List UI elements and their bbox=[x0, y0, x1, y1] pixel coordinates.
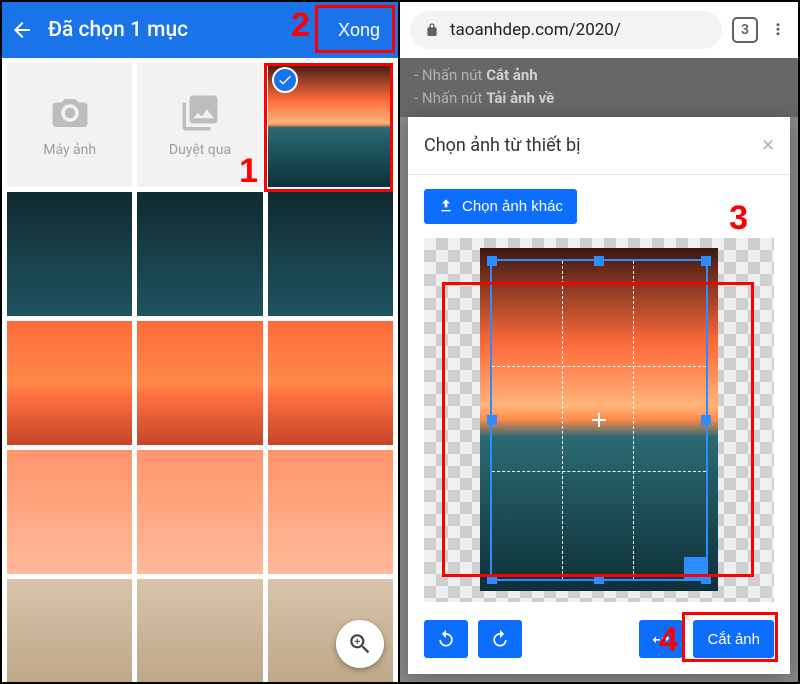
photo-tile[interactable] bbox=[7, 192, 132, 316]
crop-handle[interactable] bbox=[594, 574, 604, 584]
browser-toolbar: taoanhdep.com/2020/ 3 bbox=[400, 2, 798, 58]
crop-button-label: Cắt ảnh bbox=[707, 631, 760, 648]
swap-horizontal-icon bbox=[651, 629, 671, 649]
undo-button[interactable] bbox=[424, 620, 468, 658]
magnify-plus-icon bbox=[347, 631, 373, 657]
crop-frame[interactable] bbox=[490, 259, 709, 581]
crop-image bbox=[480, 248, 718, 591]
photo-tile[interactable] bbox=[268, 450, 393, 574]
zoom-fab[interactable] bbox=[336, 620, 384, 668]
bg-line2-pre: - Nhấn nút bbox=[414, 89, 486, 107]
photo-tile[interactable] bbox=[137, 579, 262, 682]
photo-tile[interactable] bbox=[137, 321, 262, 445]
crop-button[interactable]: Cắt ảnh bbox=[693, 620, 774, 658]
crop-handle[interactable] bbox=[594, 256, 604, 266]
undo-icon bbox=[436, 629, 456, 649]
photo-tile[interactable] bbox=[7, 579, 132, 682]
crop-center-icon bbox=[592, 413, 606, 427]
tab-count[interactable]: 3 bbox=[732, 17, 758, 43]
photo-tile[interactable] bbox=[137, 192, 262, 316]
photo-tile[interactable] bbox=[268, 192, 393, 316]
browse-source-tile[interactable]: Duyệt qua bbox=[137, 63, 262, 187]
picker-appbar: Đã chọn 1 mục Xong 2 bbox=[2, 2, 398, 58]
back-icon[interactable] bbox=[10, 18, 34, 42]
photo-tile[interactable] bbox=[7, 321, 132, 445]
crop-handle[interactable] bbox=[487, 574, 497, 584]
image-grid: Máy ảnh Duyệt qua bbox=[2, 58, 398, 682]
crop-canvas[interactable] bbox=[424, 238, 774, 603]
crop-resize-handle[interactable] bbox=[684, 557, 708, 581]
bg-line2-bold: Tải ảnh về bbox=[486, 89, 554, 107]
omnibox[interactable]: taoanhdep.com/2020/ bbox=[410, 11, 722, 49]
done-button[interactable]: Xong bbox=[328, 14, 390, 47]
crop-modal: Chọn ảnh từ thiết bị × Chọn ảnh khác bbox=[408, 117, 790, 675]
redo-icon bbox=[490, 629, 510, 649]
selected-check-icon bbox=[272, 67, 298, 93]
close-icon[interactable]: × bbox=[762, 133, 774, 158]
camera-source-tile[interactable]: Máy ảnh bbox=[7, 63, 132, 187]
photo-tile[interactable] bbox=[7, 450, 132, 574]
browse-label: Duyệt qua bbox=[169, 142, 231, 158]
redo-button[interactable] bbox=[478, 620, 522, 658]
lock-icon bbox=[424, 22, 440, 38]
choose-other-image-button[interactable]: Chọn ảnh khác bbox=[424, 189, 577, 224]
tab-count-number: 3 bbox=[741, 22, 749, 38]
choose-other-label: Chọn ảnh khác bbox=[462, 198, 563, 215]
bg-line1-pre: - Nhấn nút bbox=[414, 66, 486, 84]
crop-handle[interactable] bbox=[701, 415, 711, 425]
crop-handle[interactable] bbox=[487, 415, 497, 425]
camera-label: Máy ảnh bbox=[43, 142, 96, 158]
background-page-text: - Nhấn nút Cắt ảnh - Nhấn nút Tải ảnh về bbox=[400, 58, 798, 117]
photo-tile[interactable] bbox=[137, 450, 262, 574]
photo-tile[interactable] bbox=[268, 321, 393, 445]
photo-tile-selected[interactable] bbox=[268, 63, 393, 187]
url-text: taoanhdep.com/2020/ bbox=[450, 20, 621, 40]
crop-toolbar: Cắt ảnh bbox=[424, 616, 774, 660]
flip-button[interactable] bbox=[639, 620, 683, 658]
upload-icon bbox=[438, 198, 454, 214]
appbar-title: Đã chọn 1 mục bbox=[48, 18, 314, 42]
modal-title: Chọn ảnh từ thiết bị bbox=[424, 135, 580, 156]
browser-menu-icon[interactable] bbox=[768, 21, 788, 39]
crop-handle[interactable] bbox=[701, 256, 711, 266]
modal-header: Chọn ảnh từ thiết bị × bbox=[408, 117, 790, 175]
bg-line1-bold: Cắt ảnh bbox=[486, 66, 537, 84]
crop-handle[interactable] bbox=[487, 256, 497, 266]
